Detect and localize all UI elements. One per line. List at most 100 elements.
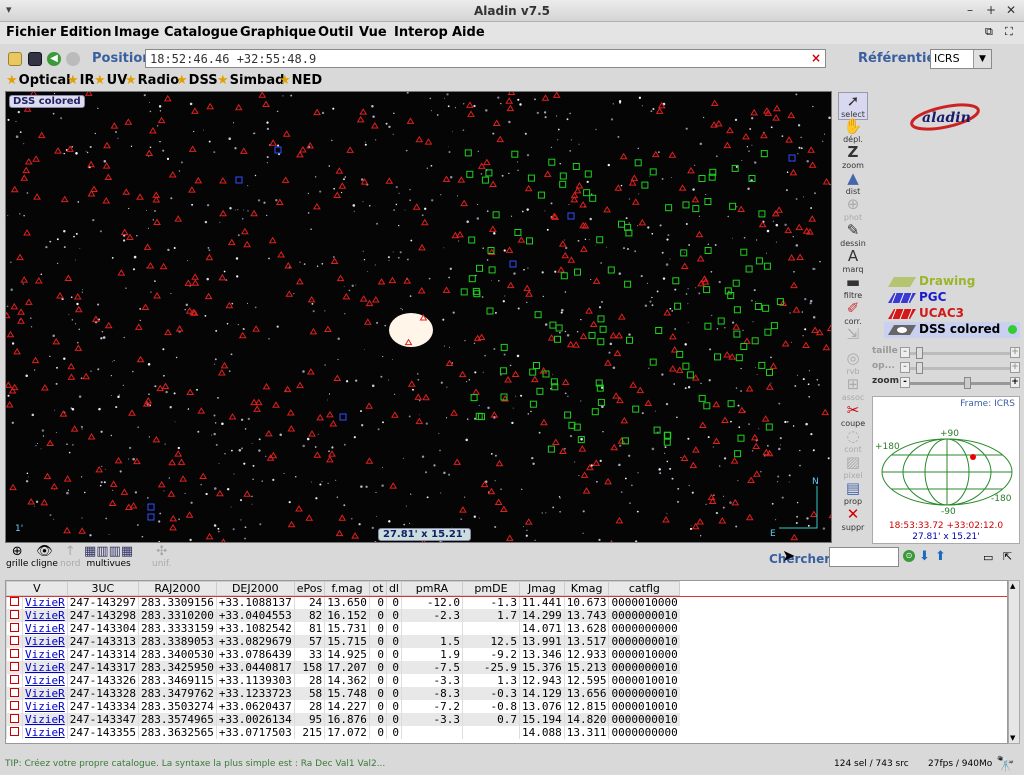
selected-source-marker[interactable]	[555, 324, 563, 332]
menu-edition[interactable]: Edition	[60, 25, 112, 40]
ucac3-source-marker[interactable]	[636, 386, 645, 394]
ucac3-source-marker[interactable]	[13, 347, 21, 355]
unify-button[interactable]: ✣ unif.	[152, 545, 171, 570]
ucac3-source-marker[interactable]	[750, 108, 758, 116]
sky-overview[interactable]: Frame: ICRS +90 -90 +180 -180 18:53:33.7…	[872, 396, 1020, 544]
menu-catalogue[interactable]: Catalogue	[164, 25, 238, 40]
selected-source-marker[interactable]	[703, 402, 711, 410]
ucac3-source-marker[interactable]	[169, 514, 178, 522]
ucac3-source-marker[interactable]	[752, 442, 761, 449]
ucac3-source-marker[interactable]	[442, 175, 451, 182]
ucac3-source-marker[interactable]	[668, 365, 677, 372]
selected-source-marker[interactable]	[526, 237, 533, 245]
ucac3-source-marker[interactable]	[808, 215, 817, 222]
ucac3-source-marker[interactable]	[40, 498, 49, 506]
selected-source-marker[interactable]	[533, 362, 540, 369]
ucac3-source-marker[interactable]	[828, 513, 832, 519]
row-select-cell[interactable]	[6, 726, 23, 739]
ucac3-source-marker[interactable]	[146, 262, 155, 269]
assoc-tool[interactable]: ⊞ assoc	[838, 376, 868, 404]
ucac3-source-marker[interactable]	[365, 402, 374, 409]
north-button[interactable]: ↑ nord	[60, 545, 80, 570]
selected-source-marker[interactable]	[597, 315, 605, 323]
header-fmag[interactable]: f.mag	[324, 581, 370, 596]
ucac3-source-marker[interactable]	[547, 334, 556, 341]
table-scrollbar[interactable]: ▲ ▼	[1008, 580, 1020, 744]
table-row[interactable]: VizieR 247-143304 283.3333159 +33.1082542 81…	[6, 622, 680, 635]
table-row[interactable]: VizieR 247-143347 283.3574965 +33.0026134 95…	[6, 713, 680, 726]
header-epos[interactable]: ePos	[293, 581, 326, 596]
ucac3-source-marker[interactable]	[174, 450, 183, 457]
selected-source-marker[interactable]	[475, 412, 483, 420]
ucac3-source-marker[interactable]	[157, 480, 166, 488]
size-slider[interactable]: taille - +	[872, 346, 1022, 360]
survey-radio[interactable]: ★Radio	[125, 73, 179, 88]
ucac3-source-marker[interactable]	[205, 253, 214, 261]
ucac3-source-marker[interactable]	[731, 498, 740, 506]
ucac3-source-marker[interactable]	[126, 233, 134, 241]
table-row[interactable]: VizieR 247-143328 283.3479762 +33.1233723 58…	[6, 687, 680, 700]
ucac3-source-marker[interactable]	[678, 184, 687, 191]
ucac3-source-marker[interactable]	[467, 110, 475, 117]
ucac3-source-marker[interactable]	[20, 174, 29, 181]
vizier-link[interactable]: VizieR	[22, 648, 68, 661]
selected-source-marker[interactable]	[733, 330, 741, 338]
open-file-icon[interactable]	[8, 52, 22, 66]
ucac3-source-marker[interactable]	[651, 150, 660, 158]
contour-tool[interactable]: ◌ cont	[838, 428, 868, 456]
ucac3-source-marker[interactable]	[191, 107, 199, 114]
ucac3-source-marker[interactable]	[675, 366, 684, 373]
ucac3-source-marker[interactable]	[228, 413, 237, 420]
ucac3-source-marker[interactable]	[74, 305, 83, 313]
ucac3-source-marker[interactable]	[109, 480, 118, 487]
pixel-tool[interactable]: ▨ pixel	[838, 454, 868, 482]
ucac3-source-marker[interactable]	[505, 534, 514, 541]
ucac3-source-marker[interactable]	[342, 292, 351, 300]
selected-source-marker[interactable]	[511, 150, 519, 158]
selected-source-marker[interactable]	[729, 202, 737, 210]
ucac3-source-marker[interactable]	[784, 226, 793, 234]
ucac3-source-marker[interactable]	[87, 432, 96, 440]
ucac3-source-marker[interactable]	[264, 429, 273, 437]
ucac3-source-marker[interactable]	[808, 161, 817, 168]
ucac3-source-marker[interactable]	[726, 126, 734, 134]
dist-tool[interactable]: ▲ dist	[838, 170, 868, 198]
selected-source-marker[interactable]	[548, 158, 556, 166]
ucac3-source-marker[interactable]	[772, 114, 781, 121]
minus-icon[interactable]: -	[900, 362, 910, 373]
ucac3-source-marker[interactable]	[185, 307, 194, 314]
ucac3-source-marker[interactable]	[629, 381, 638, 388]
selected-source-marker[interactable]	[704, 198, 712, 205]
ucac3-source-marker[interactable]	[338, 182, 347, 189]
survey-uv[interactable]: ★UV	[94, 73, 127, 88]
ucac3-source-marker[interactable]	[67, 373, 76, 380]
ucac3-source-marker[interactable]	[104, 173, 113, 180]
header-dl[interactable]: dl	[385, 581, 402, 596]
ucac3-source-marker[interactable]	[287, 425, 296, 432]
ucac3-source-marker[interactable]	[769, 362, 778, 369]
ucac3-source-marker[interactable]	[306, 368, 315, 375]
selected-source-marker[interactable]	[499, 367, 507, 375]
clear-position-icon[interactable]: ×	[811, 51, 821, 65]
selected-source-marker[interactable]	[758, 361, 766, 369]
ucac3-source-marker[interactable]	[460, 199, 469, 207]
ucac3-source-marker[interactable]	[285, 290, 294, 297]
ucac3-source-marker[interactable]	[539, 367, 548, 374]
table-row[interactable]: VizieR 247-143334 283.3503274 +33.0620437 28…	[6, 700, 680, 713]
row-select-cell[interactable]	[6, 661, 23, 674]
ucac3-source-marker[interactable]	[296, 381, 304, 389]
selected-source-marker[interactable]	[714, 353, 721, 361]
ucac3-source-marker[interactable]	[34, 277, 43, 284]
ucac3-source-marker[interactable]	[631, 198, 640, 205]
selected-source-marker[interactable]	[529, 368, 537, 376]
ucac3-source-marker[interactable]	[505, 246, 514, 253]
ucac3-source-marker[interactable]	[691, 195, 700, 203]
ucac3-source-marker[interactable]	[680, 454, 689, 461]
ucac3-source-marker[interactable]	[773, 104, 781, 112]
selected-source-marker[interactable]	[735, 354, 743, 362]
pgc-source-marker[interactable]	[235, 176, 243, 184]
ucac3-source-marker[interactable]	[420, 218, 429, 226]
selected-source-marker[interactable]	[584, 170, 592, 178]
slider-knob[interactable]	[964, 377, 971, 389]
ucac3-source-marker[interactable]	[557, 266, 565, 273]
